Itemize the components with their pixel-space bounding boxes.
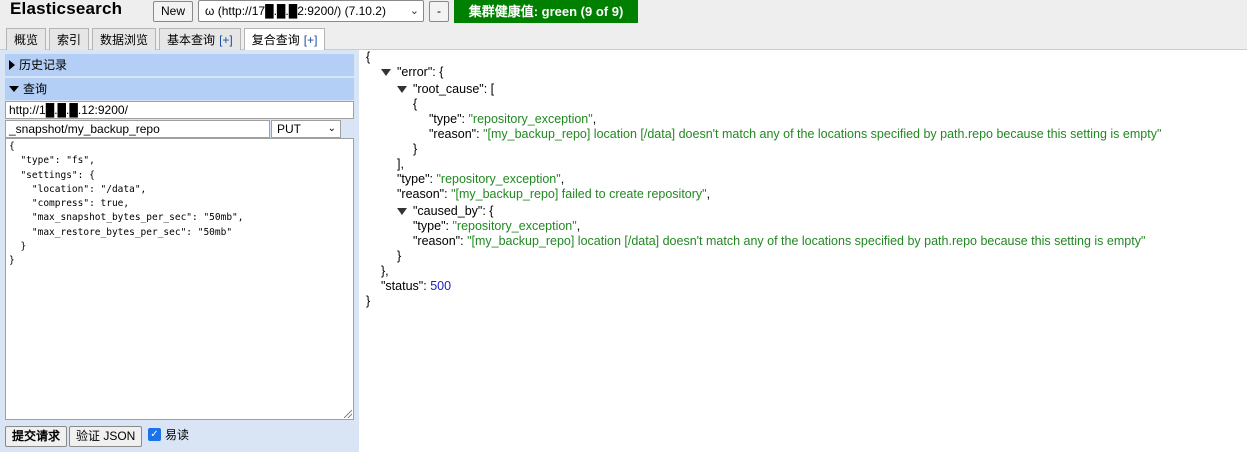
method-value: PUT [277, 122, 301, 136]
collapse-triangle-icon[interactable] [381, 69, 391, 76]
triangle-down-icon [9, 86, 19, 92]
top-bar: Elasticsearch New ω (http://17█.█.█2:920… [0, 0, 1247, 51]
chevron-down-icon: ⌄ [327, 123, 336, 134]
tab-label: 复合查询 [251, 33, 300, 47]
triangle-right-icon [9, 60, 15, 70]
body-line: "compress": true, [9, 198, 130, 210]
body-line: { [9, 141, 15, 152]
validate-json-button[interactable]: 验证 JSON [69, 426, 143, 447]
json-key: "reason" [397, 187, 445, 201]
json-key: "root_cause" [413, 82, 484, 96]
json-brace: } [397, 249, 402, 263]
pretty-label: 易读 [165, 428, 190, 442]
tab-add-link[interactable]: [+] [219, 33, 233, 47]
base-url-input[interactable]: http://1█.█.█.12:9200/ [5, 101, 354, 119]
remove-cluster-button[interactable]: - [429, 1, 449, 22]
tab-indices[interactable]: 索引 [49, 28, 90, 50]
tab-label: 基本查询 [167, 33, 216, 47]
json-line-reason: "reason": "[my_backup_repo] location [/d… [413, 234, 1146, 248]
tab-label: 概览 [14, 33, 39, 47]
json-brace: }, [381, 264, 389, 278]
tab-basic-query[interactable]: 基本查询 [+] [159, 28, 241, 50]
collapse-triangle-icon[interactable] [397, 86, 407, 93]
body-line: } [9, 241, 27, 253]
json-string: "repository_exception" [436, 172, 561, 186]
json-brace: ], [397, 157, 404, 171]
json-line-error: "error": { [381, 65, 443, 80]
body-line: "max_restore_bytes_per_sec": "50mb" [9, 226, 233, 238]
body-line: "location": "/data", [9, 183, 147, 195]
json-line-reason: "reason": "[my_backup_repo] failed to cr… [397, 187, 711, 201]
body-line: "max_snapshot_bytes_per_sec": "50mb", [9, 212, 244, 224]
history-label: 历史记录 [19, 58, 68, 72]
method-select[interactable]: PUT ⌄ [271, 120, 341, 138]
json-line-type: "type": "repository_exception", [429, 112, 597, 126]
json-string: "repository_exception" [452, 219, 577, 233]
json-key: "reason" [429, 127, 477, 141]
json-string: "[my_backup_repo] location [/data] doesn… [483, 127, 1162, 141]
tab-label: 索引 [57, 33, 82, 47]
json-line-status: "status": 500 [381, 279, 452, 293]
json-key: "type" [429, 112, 462, 126]
json-string: "[my_backup_repo] failed to create repos… [451, 187, 707, 201]
json-key: "error" [397, 65, 433, 79]
pretty-checkbox[interactable]: ✓ [148, 428, 161, 441]
tab-add-link[interactable]: [+] [304, 33, 318, 47]
path-input[interactable]: _snapshot/my_backup_repo [5, 120, 270, 138]
json-brace: { [366, 50, 371, 64]
json-line-type: "type": "repository_exception", [397, 172, 565, 186]
json-string: "[my_backup_repo] location [/data] doesn… [467, 234, 1146, 248]
json-key: "type" [397, 172, 430, 186]
chevron-down-icon: ⌄ [409, 5, 419, 17]
cluster-select[interactable]: ω (http://17█.█.█2:9200/) (7.10.2) ⌄ [198, 0, 424, 22]
json-key: "type" [413, 219, 446, 233]
cluster-select-value: ω (http://17█.█.█2:9200/) (7.10.2) [205, 4, 386, 18]
app-title: Elasticsearch [10, 0, 123, 18]
query-panel: 历史记录 查询 http://1█.█.█.12:9200/ _snapshot… [0, 50, 359, 452]
json-line-caused-by: "caused_by": { [397, 204, 493, 219]
json-line-type: "type": "repository_exception", [413, 219, 581, 233]
query-section-header[interactable]: 查询 [5, 78, 354, 100]
submit-request-button[interactable]: 提交请求 [5, 426, 68, 447]
history-section-header[interactable]: 历史记录 [5, 54, 354, 76]
tab-compound-query[interactable]: 复合查询 [+] [243, 28, 326, 51]
body-line: "type": "fs", [9, 155, 95, 167]
collapse-triangle-icon[interactable] [397, 208, 407, 215]
json-number: 500 [430, 279, 452, 293]
tab-label: 数据浏览 [100, 33, 149, 47]
json-brace: } [366, 294, 371, 308]
json-brace: { [413, 97, 418, 111]
tab-browser[interactable]: 数据浏览 [92, 28, 157, 50]
body-line: } [9, 255, 15, 267]
resize-handle-icon[interactable] [344, 410, 352, 418]
json-brace: } [413, 142, 418, 156]
json-string: "repository_exception" [468, 112, 593, 126]
request-body-editor[interactable]: { "type": "fs", "settings": { "location"… [5, 138, 354, 420]
response-viewer: { "error": { "root_cause": [ { "type": "… [359, 50, 1247, 452]
json-line-root-cause: "root_cause": [ [397, 82, 494, 97]
json-key: "status" [381, 279, 424, 293]
tab-overview[interactable]: 概览 [6, 28, 47, 50]
cluster-health-badge: 集群健康值: green (9 of 9) [454, 0, 638, 23]
new-connection-button[interactable]: New [153, 1, 194, 22]
tab-bar: 概览 索引 数据浏览 基本查询 [+] 复合查询 [+] [6, 28, 326, 51]
query-label: 查询 [23, 82, 48, 96]
json-key: "reason" [413, 234, 461, 248]
json-key: "caused_by" [413, 204, 483, 218]
json-line-reason: "reason": "[my_backup_repo] location [/d… [429, 127, 1162, 141]
body-line: "settings": { [9, 169, 95, 181]
